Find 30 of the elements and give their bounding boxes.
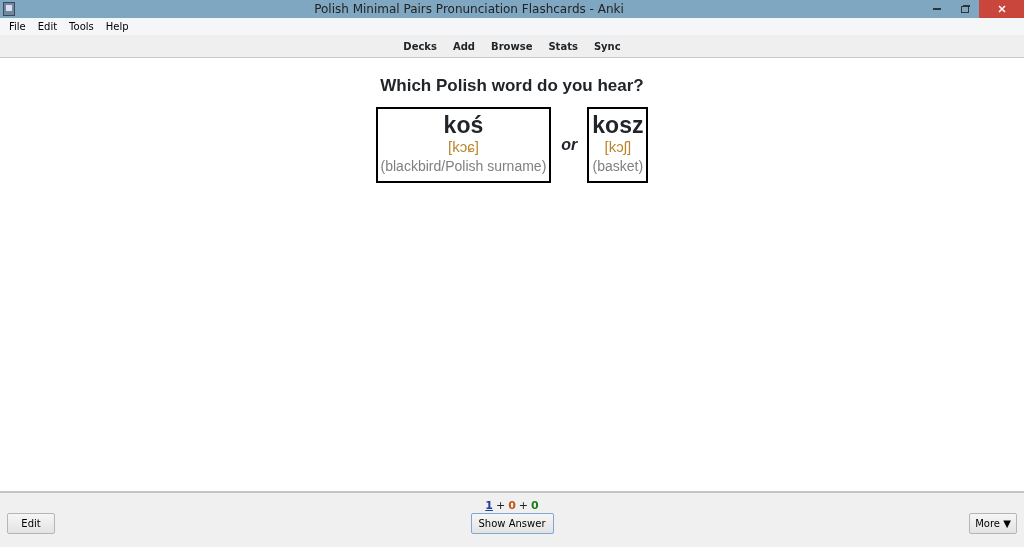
toolbar-link[interactable]: Stats: [540, 38, 586, 54]
due-count: 0: [508, 498, 516, 514]
menu-item[interactable]: File: [3, 19, 32, 34]
word-text: koś: [443, 112, 484, 138]
menu-item[interactable]: Tools: [63, 19, 100, 34]
ipa-text: [kɔɕ]: [448, 137, 479, 156]
plus-text: +: [518, 498, 529, 514]
ipa-text: [kɔʃ]: [604, 137, 632, 156]
plus-text: +: [495, 498, 506, 514]
toolbar-link[interactable]: Browse: [483, 38, 541, 54]
restore-icon: [960, 5, 970, 13]
toolbar-link[interactable]: Sync: [585, 38, 629, 54]
toolbar-link[interactable]: Decks: [395, 38, 445, 54]
word-text: kosz: [592, 112, 644, 138]
app-icon: [3, 2, 15, 16]
due-count: 1: [485, 498, 493, 514]
menu-item[interactable]: Help: [99, 19, 135, 34]
meaning-text: (blackbird/Polish surname): [380, 156, 547, 176]
meaning-text: (basket): [592, 156, 644, 176]
window-title: Polish Minimal Pairs Pronunciation Flashcards - Anki: [313, 1, 625, 18]
menu-item[interactable]: Edit: [31, 19, 64, 34]
toolbar-link[interactable]: Add: [444, 38, 483, 54]
or-text: or: [561, 134, 578, 155]
edit-button[interactable]: Edit: [7, 513, 55, 534]
close-icon: [997, 5, 1006, 13]
question-text: Which Polish word do you hear?: [380, 75, 644, 97]
show-answer-button[interactable]: Show Answer: [470, 513, 554, 534]
more-button[interactable]: More ▼: [969, 513, 1017, 534]
due-count: 0: [531, 498, 539, 514]
minimize-icon: [933, 8, 941, 10]
